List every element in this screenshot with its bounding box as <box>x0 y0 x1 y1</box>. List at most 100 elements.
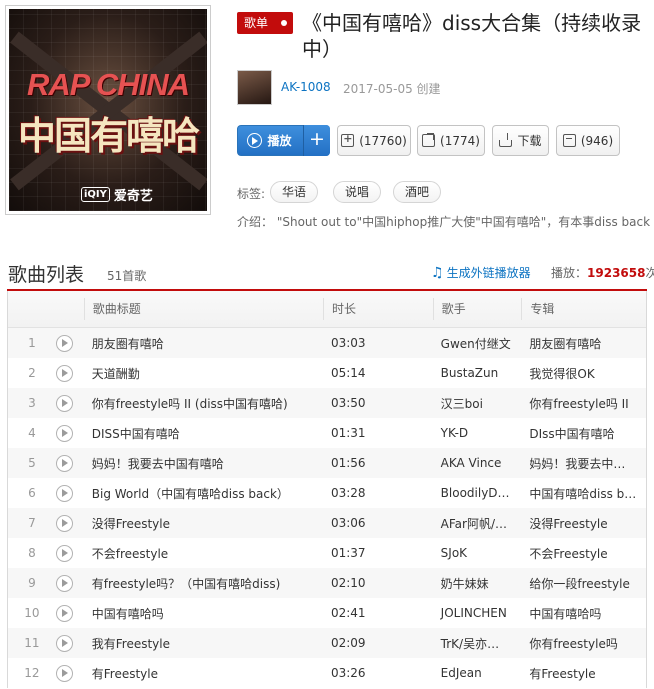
track-album[interactable]: 妈妈！我要去中… <box>521 455 646 472</box>
play-icon[interactable] <box>55 604 73 622</box>
track-index: 11 <box>24 636 40 650</box>
track-album[interactable]: 中国有嘻哈吗 <box>521 605 646 622</box>
iqiyi-logo-text: 爱奇艺 <box>113 189 153 204</box>
track-duration: 01:56 <box>330 456 366 470</box>
comment-button[interactable]: (946) <box>556 125 620 156</box>
share-button[interactable]: (1774) <box>417 125 485 156</box>
track-title[interactable]: 朋友圈有嘻哈 <box>84 335 323 352</box>
table-row[interactable]: 1 朋友圈有嘻哈 03:03 Gwen付继文 朋友圈有嘻哈 <box>8 328 646 358</box>
track-artist[interactable]: 奶牛妹妹 <box>433 575 522 592</box>
table-row[interactable]: 10 中国有嘻哈吗 02:41 JOLINCHEN 中国有嘻哈吗 <box>8 598 646 628</box>
play-cell <box>55 484 84 502</box>
table-row[interactable]: 12 有Freestyle 03:26 EdJean 有Freestyle <box>8 658 646 688</box>
play-icon[interactable] <box>55 334 73 352</box>
track-index: 9 <box>28 576 36 590</box>
table-row[interactable]: 7 没得Freestyle 03:06 AFar阿帆/… 没得Freestyle <box>8 508 646 538</box>
play-icon[interactable] <box>55 664 73 682</box>
author-link[interactable]: AK-1008 <box>281 80 331 94</box>
generate-player-link[interactable]: ♫ 生成外链播放器 <box>431 264 531 281</box>
track-title[interactable]: DISS中国有嘻哈 <box>84 425 323 442</box>
track-title[interactable]: 没得Freestyle <box>84 515 323 532</box>
favorite-button[interactable]: (17760) <box>337 125 411 156</box>
playlist-type-badge: 歌单 <box>237 12 293 34</box>
track-duration: 03:28 <box>330 486 366 500</box>
track-title[interactable]: 我有Freestyle <box>84 635 323 652</box>
play-icon[interactable] <box>55 634 73 652</box>
tag-bar[interactable]: 酒吧 <box>393 181 442 203</box>
playlist-intro: 介绍： "Shout out to"中国hiphop推广大使"中国有嘻哈"，有本… <box>237 213 650 230</box>
track-album[interactable]: DIss中国有嘻哈 <box>521 425 646 442</box>
created-date: 2017-05-05 创建 <box>343 82 441 96</box>
track-duration: 03:03 <box>330 336 366 350</box>
playlist-title: 《中国有嘻哈》diss大合集（持续收录中） <box>302 11 642 61</box>
track-title[interactable]: 不会freestyle <box>84 545 323 562</box>
track-title[interactable]: 有Freestyle <box>84 665 323 682</box>
table-row[interactable]: 11 我有Freestyle 02:09 TrK/吴亦… 你有freestyle吗 <box>8 628 646 658</box>
track-duration: 02:41 <box>330 606 366 620</box>
download-icon <box>499 133 513 147</box>
table-row[interactable]: 6 Big World（中国有嘻哈diss back） 03:28 BloodilyD… <box>8 478 646 508</box>
play-cell <box>55 604 84 622</box>
play-icon[interactable] <box>55 574 73 592</box>
track-title[interactable]: Big World（中国有嘻哈diss back） <box>84 485 323 502</box>
track-title[interactable]: 中国有嘻哈吗 <box>84 605 323 622</box>
play-count: 播放：1923658次 <box>551 264 654 281</box>
song-list-title: 歌曲列表 <box>8 264 85 286</box>
track-album[interactable]: 你有freestyle吗 <box>521 635 646 652</box>
tag-chinese[interactable]: 华语 <box>270 181 319 203</box>
track-artist[interactable]: YK-D <box>433 426 522 440</box>
track-artist[interactable]: Gwen付继文 <box>433 335 522 352</box>
track-title[interactable]: 有freestyle吗？（中国有嘻哈diss) <box>84 575 323 592</box>
track-artist[interactable]: SJoK <box>433 546 522 560</box>
track-artist[interactable]: JOLINCHEN <box>433 606 522 620</box>
add-to-queue-button[interactable]: + <box>303 125 330 156</box>
table-row[interactable]: 9 有freestyle吗？（中国有嘻哈diss) 02:10 奶牛妹妹 给你一段fre… <box>8 568 646 598</box>
track-album[interactable]: 不会Freestyle <box>521 545 646 562</box>
track-artist[interactable]: 汉三boi <box>433 395 522 412</box>
track-title[interactable]: 你有freestyle吗 II (diss中国有嘻哈) <box>84 395 323 412</box>
table-row[interactable]: 2 天道酬勤 05:14 BustaZun 我觉得很OK <box>8 358 646 388</box>
cover-title-en: RAP CHINA <box>26 67 190 102</box>
play-icon[interactable] <box>55 514 73 532</box>
play-icon[interactable] <box>55 484 73 502</box>
favorite-count: (17760) <box>359 133 407 148</box>
header-duration: 时长 <box>322 298 433 320</box>
track-album[interactable]: 我觉得很OK <box>521 365 646 382</box>
track-artist[interactable]: EdJean <box>433 666 522 680</box>
header-artist: 歌手 <box>432 298 522 320</box>
track-artist[interactable]: BustaZun <box>433 366 522 380</box>
track-index: 6 <box>28 486 36 500</box>
track-album[interactable]: 有Freestyle <box>521 665 646 682</box>
table-row[interactable]: 5 妈妈！我要去中国有嘻哈 01:56 AKA Vince 妈妈！我要去中… <box>8 448 646 478</box>
track-album[interactable]: 给你一段freestyle <box>521 575 646 592</box>
play-cell <box>55 544 84 562</box>
play-icon[interactable] <box>55 394 73 412</box>
share-icon <box>422 133 436 147</box>
table-row[interactable]: 8 不会freestyle 01:37 SJoK 不会Freestyle <box>8 538 646 568</box>
author-avatar[interactable] <box>237 70 272 105</box>
play-icon[interactable] <box>55 364 73 382</box>
track-artist[interactable]: TrK/吴亦… <box>433 635 522 652</box>
download-button[interactable]: 下载 <box>492 125 549 156</box>
table-row[interactable]: 3 你有freestyle吗 II (diss中国有嘻哈) 03:50 汉三boi 你有… <box>8 388 646 418</box>
tag-rap[interactable]: 说唱 <box>333 181 382 203</box>
track-album[interactable]: 朋友圈有嘻哈 <box>521 335 646 352</box>
track-album[interactable]: 没得Freestyle <box>521 515 646 532</box>
track-album[interactable]: 中国有嘻哈diss b… <box>521 485 646 502</box>
track-artist[interactable]: AKA Vince <box>433 456 522 470</box>
track-index: 12 <box>24 666 40 680</box>
play-icon[interactable] <box>55 424 73 442</box>
track-index: 4 <box>28 426 36 440</box>
track-index: 10 <box>24 606 40 620</box>
track-album[interactable]: 你有freestyle吗 II <box>521 395 646 412</box>
play-cell <box>55 574 84 592</box>
table-row[interactable]: 4 DISS中国有嘻哈 01:31 YK-D DIss中国有嘻哈 <box>8 418 646 448</box>
track-artist[interactable]: AFar阿帆/… <box>433 515 522 532</box>
track-duration: 02:09 <box>330 636 366 650</box>
play-icon[interactable] <box>55 454 73 472</box>
play-icon[interactable] <box>55 544 73 562</box>
play-cell <box>55 664 84 682</box>
track-title[interactable]: 天道酬勤 <box>84 365 323 382</box>
track-title[interactable]: 妈妈！我要去中国有嘻哈 <box>84 455 323 472</box>
track-artist[interactable]: BloodilyD… <box>433 486 522 500</box>
